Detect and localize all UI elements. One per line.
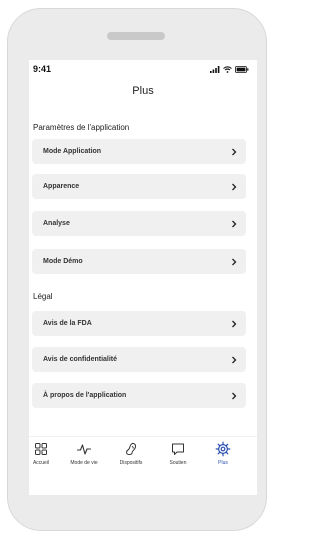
status-time: 9:41 — [33, 64, 52, 74]
chat-bubble-icon — [170, 441, 186, 457]
tab-accueil[interactable]: Accueil — [29, 439, 64, 489]
chevron-right-icon — [230, 355, 238, 365]
row-fda-notice[interactable]: Avis de la FDA — [32, 311, 246, 336]
row-mode-demo[interactable]: Mode Démo — [32, 249, 246, 274]
chevron-right-icon — [230, 219, 238, 229]
gear-icon — [215, 441, 231, 457]
signal-icon — [210, 60, 220, 78]
page-title: Plus — [132, 85, 154, 97]
tab-dispositifs[interactable]: Dispositifs — [108, 439, 154, 489]
section-title-app-settings: Paramètres de l'application — [33, 123, 130, 132]
tab-label: Accueil — [32, 460, 50, 466]
tab-plus[interactable]: Plus — [200, 439, 246, 489]
row-label: Avis de confidentialité — [43, 356, 118, 363]
row-privacy-notice[interactable]: Avis de confidentialité — [32, 347, 246, 372]
row-label: À propos de l'application — [43, 392, 127, 399]
chevron-right-icon — [230, 319, 238, 329]
chevron-right-icon — [230, 257, 238, 267]
row-apparence[interactable]: Apparence — [32, 174, 246, 199]
row-label: Mode Démo — [43, 258, 83, 265]
tab-label: Mode de vie — [70, 460, 98, 466]
status-icons — [210, 65, 249, 73]
row-about-app[interactable]: À propos de l'application — [32, 383, 246, 408]
grid-icon — [33, 441, 49, 457]
row-analyse[interactable]: Analyse — [32, 211, 246, 236]
tab-bar: Accueil Mode de vie Dispositifs Soutien … — [29, 436, 257, 495]
status-bar: 9:41 — [29, 60, 257, 78]
section-title-legal: Légal — [33, 292, 53, 301]
tab-label: Plus — [218, 460, 228, 466]
row-label: Analyse — [43, 220, 70, 227]
activity-icon — [76, 441, 92, 457]
tab-mode-de-vie[interactable]: Mode de vie — [61, 439, 107, 489]
tab-label: Soutien — [169, 460, 187, 466]
chevron-right-icon — [230, 182, 238, 192]
row-mode-application[interactable]: Mode Application — [32, 139, 246, 164]
phone-speaker — [107, 32, 165, 40]
wifi-icon — [223, 60, 232, 78]
chevron-right-icon — [230, 391, 238, 401]
hearing-aid-icon — [123, 441, 139, 457]
battery-icon — [235, 60, 249, 78]
chevron-right-icon — [230, 147, 238, 157]
app-screen: 9:41 Plus Paramètres de l'application Mo… — [29, 60, 257, 495]
tab-label: Dispositifs — [119, 460, 143, 466]
tab-soutien[interactable]: Soutien — [155, 439, 201, 489]
row-label: Apparence — [43, 183, 80, 190]
row-label: Avis de la FDA — [43, 320, 92, 327]
row-label: Mode Application — [43, 148, 102, 155]
